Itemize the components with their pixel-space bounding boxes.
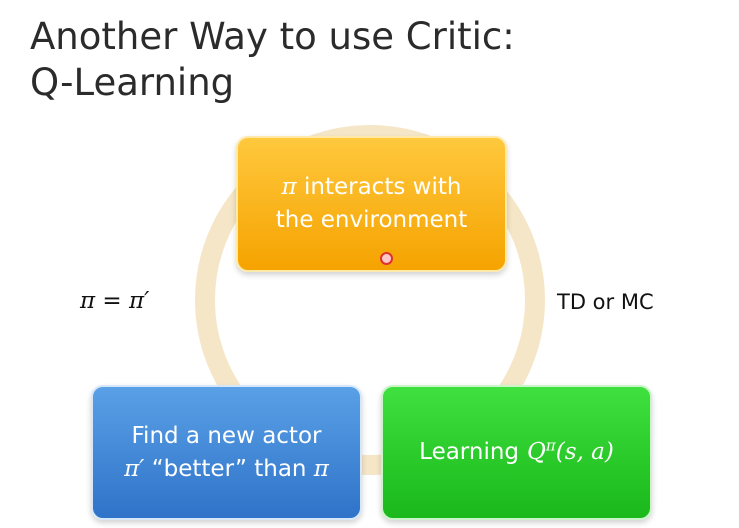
policy-update-label: π = π′ <box>80 288 150 314</box>
better-than-text: “better” than <box>144 455 314 482</box>
pi-symbol-2: π <box>313 455 329 482</box>
q-superscript: π <box>545 436 556 455</box>
td-or-mc-label: TD or MC <box>557 290 654 314</box>
q-symbol: Q <box>527 439 546 465</box>
learning-word: Learning <box>419 439 520 465</box>
q-args: (s, a) <box>555 439 614 465</box>
interact-line-2: the environment <box>275 207 468 233</box>
pi-symbol: π <box>281 174 297 200</box>
pi-prime-symbol: π′ <box>124 455 145 482</box>
new-actor-box: Find a new actor π′ “better” than π <box>91 385 362 520</box>
interact-text: interacts with <box>296 174 462 200</box>
new-actor-line-2: π′ “better” than π <box>124 453 329 486</box>
learning-line: Learning Qπ(s, a) <box>419 436 614 469</box>
q-function: Qπ(s, a) <box>527 436 614 469</box>
interact-line-1: π interacts with <box>282 171 462 204</box>
pointer-dot-icon <box>380 252 393 265</box>
learning-box: Learning Qπ(s, a) <box>381 385 652 520</box>
new-actor-line-1: Find a new actor <box>131 422 322 449</box>
interact-box: π interacts with the environment <box>236 136 507 272</box>
